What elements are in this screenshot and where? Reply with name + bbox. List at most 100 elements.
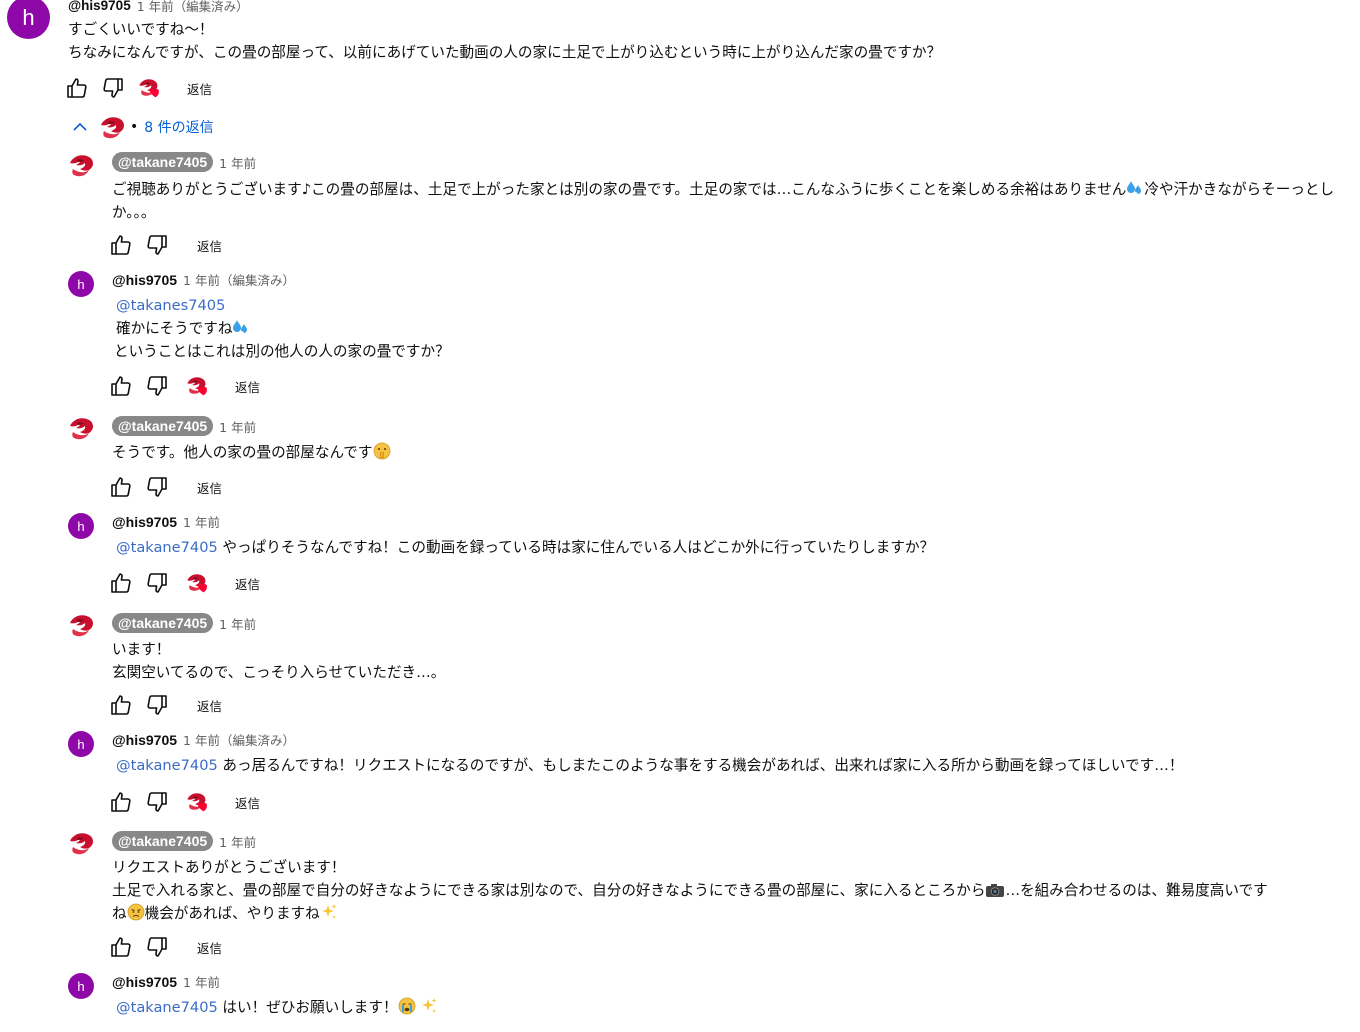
comment-text: @takane7405 あっ居るんですね！リクエストになるのですが、もしまたこの… [116,754,1183,777]
like-button[interactable] [109,935,133,959]
comment-line: 土足で入れる家と、畳の部屋で自分の好きなようにできる家は別なので、自分の好きなよ… [112,882,986,899]
avatar[interactable] [67,611,95,639]
like-button[interactable] [65,76,89,100]
comment-text: @takanes7405 確かにそうですね ということはこれは別の他人の人の家の… [114,294,450,363]
mention-link[interactable]: @takane7405 [116,757,218,774]
author-badge[interactable]: @takane7405 [112,416,214,436]
worried-emoji-icon [127,903,145,921]
author-badge[interactable]: @takane7405 [112,152,214,172]
creator-heart-icon [197,384,210,397]
creator-heart-icon [197,581,210,594]
thumbs-down-icon [145,693,169,717]
reply-button[interactable]: 返信 [197,696,222,715]
author-name[interactable]: @his9705 [68,0,131,13]
creator-avatar-icon [98,113,126,141]
timestamp[interactable]: 1 年前 [219,417,256,436]
comment-line: います！ [112,641,171,658]
timestamp[interactable]: 1 年前 [183,730,220,749]
sparkles-emoji-icon [420,997,438,1015]
creator-heart-icon [149,86,162,99]
comment-actions: 返信 [109,233,222,257]
timestamp[interactable]: 1 年前 [219,832,256,851]
comment-meta: @his9705 1 年前 （編集済み） [68,0,249,15]
avatar[interactable]: h [68,271,94,297]
mention-link[interactable]: @takanes7405 [116,294,450,317]
sweat-emoji-icon [232,318,250,336]
timestamp[interactable]: 1 年前 [183,270,220,289]
replies-toggle[interactable]: • 8 件の返信 [70,112,214,142]
comment-actions: 返信 [109,571,260,595]
avatar[interactable] [67,414,95,442]
edited-label: （編集済み） [219,273,295,288]
timestamp[interactable]: 1 年前 [137,0,174,15]
reply-button[interactable]: 返信 [197,236,222,255]
avatar-letter: h [77,518,85,534]
mention-link[interactable]: @takane7405 [116,539,218,556]
like-button[interactable] [109,475,133,499]
comment-text: @takane7405 はい！ぜひお願いします！ [116,996,438,1019]
edited-label: （編集済み） [173,0,249,14]
thumbs-down-icon [145,790,169,814]
dislike-button[interactable] [145,790,169,814]
author-name[interactable]: @his9705 [112,974,177,990]
timestamp[interactable]: 1 年前 [219,153,256,172]
avatar[interactable] [67,829,95,857]
dislike-button[interactable] [145,693,169,717]
timestamp[interactable]: 1 年前 [219,614,256,633]
chevron-up-icon [73,122,87,131]
crying-emoji-icon [398,997,416,1015]
dislike-button[interactable] [145,935,169,959]
avatar[interactable]: h [7,0,50,39]
dislike-button[interactable] [101,76,125,100]
author-badge[interactable]: @takane7405 [112,831,214,851]
comment-actions: 返信 [109,374,260,398]
like-button[interactable] [109,693,133,717]
comment-meta: @takane7405 1 年前 [112,416,256,436]
shush-emoji-icon [373,442,391,460]
thumbs-up-icon [109,571,133,595]
like-button[interactable] [109,233,133,257]
author-name[interactable]: @his9705 [112,514,177,530]
comment-line: リクエストありがとうございます！ [112,859,346,876]
dislike-button[interactable] [145,475,169,499]
dislike-button[interactable] [145,571,169,595]
avatar[interactable]: h [68,731,94,757]
author-name[interactable]: @his9705 [112,732,177,748]
thumbs-down-icon [145,233,169,257]
avatar[interactable]: h [68,513,94,539]
avatar-letter: h [22,4,35,30]
comment-meta: @his9705 1 年前 （編集済み） [112,270,295,289]
comment-text: すごくいいですね〜！ ちなみになんですが、この畳の部屋って、以前にあげていた動画… [68,18,941,64]
reply-button[interactable]: 返信 [235,793,260,812]
comment-line: 機会があれば、やりますね [144,905,320,922]
like-button[interactable] [109,374,133,398]
reply-button[interactable]: 返信 [235,574,260,593]
reply-button[interactable]: 返信 [197,938,222,957]
creator-heart-badge [185,374,211,398]
comment-text: います！ 玄関空いてるので、こっそり入らせていただき…。 [112,638,445,684]
comment-meta: @takane7405 1 年前 [112,152,256,172]
like-button[interactable] [109,571,133,595]
timestamp[interactable]: 1 年前 [183,512,220,531]
reply-button[interactable]: 返信 [197,478,222,497]
comment-meta: @his9705 1 年前 [112,972,220,991]
comment-line: ご視聴ありがとうございます♪この畳の部屋は、土足で上がった家とは別の家の畳です。… [112,181,1127,198]
avatar[interactable] [67,151,95,179]
author-name[interactable]: @his9705 [112,272,177,288]
avatar[interactable]: h [68,973,94,999]
comment-actions: 返信 [109,475,222,499]
like-button[interactable] [109,790,133,814]
reply-button[interactable]: 返信 [235,377,260,396]
timestamp[interactable]: 1 年前 [183,972,220,991]
comment-meta: @takane7405 1 年前 [112,613,256,633]
edited-label: （編集済み） [219,733,295,748]
comment-line: 確かにそうですね [116,320,233,337]
comment-text: ご視聴ありがとうございます♪この畳の部屋は、土足で上がった家とは別の家の畳です。… [112,178,1344,224]
dislike-button[interactable] [145,233,169,257]
dislike-button[interactable] [145,374,169,398]
thumbs-down-icon [145,571,169,595]
creator-heart-badge [185,571,211,595]
mention-link[interactable]: @takane7405 [116,999,218,1016]
reply-button[interactable]: 返信 [187,79,212,98]
author-badge[interactable]: @takane7405 [112,613,214,633]
